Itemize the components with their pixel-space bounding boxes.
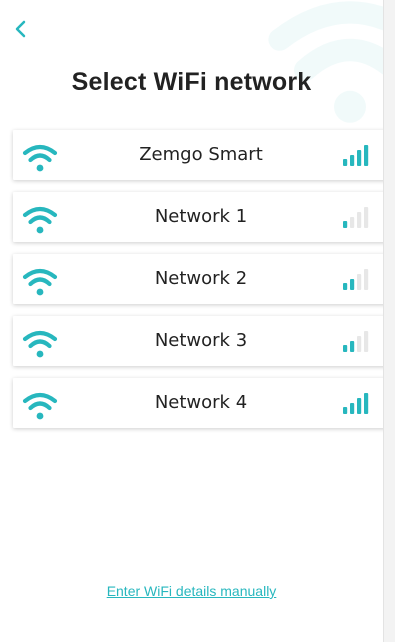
signal-bar: [343, 159, 348, 166]
wifi-icon: [22, 330, 58, 358]
signal-bar: [343, 221, 348, 228]
network-name: Network 3: [154, 330, 248, 351]
back-button[interactable]: [8, 16, 34, 42]
signal-bar: [350, 279, 355, 290]
network-name: Zemgo Smart: [139, 144, 263, 165]
signal-bar: [364, 393, 369, 414]
signal-bar: [364, 269, 369, 290]
network-name: Network 4: [154, 392, 248, 413]
network-list: Zemgo Smart Network 1 Network 2 Network 3 Ne…: [13, 130, 383, 440]
network-row[interactable]: Zemgo Smart: [13, 130, 383, 180]
page-title: Select WiFi network: [71, 68, 312, 96]
signal-strength-icon: [343, 145, 369, 166]
enter-wifi-manually-link[interactable]: Enter WiFi details manually: [0, 583, 383, 599]
signal-bar: [350, 217, 355, 228]
signal-bar: [350, 341, 355, 352]
network-row[interactable]: Network 1: [13, 192, 383, 242]
wifi-icon: [22, 268, 58, 296]
network-row[interactable]: Network 4: [13, 378, 383, 428]
network-row[interactable]: Network 3: [13, 316, 383, 366]
signal-bar: [357, 274, 362, 290]
chevron-left-icon: [15, 20, 26, 38]
signal-bar: [357, 212, 362, 228]
signal-strength-icon: [343, 331, 369, 352]
network-row[interactable]: Network 2: [13, 254, 383, 304]
signal-strength-icon: [343, 393, 369, 414]
wifi-icon: [22, 206, 58, 234]
signal-bar: [364, 207, 369, 228]
signal-bar: [350, 403, 355, 414]
signal-bar: [343, 345, 348, 352]
signal-bar: [357, 336, 362, 352]
signal-bar: [350, 155, 355, 166]
signal-bar: [343, 283, 348, 290]
signal-bar: [343, 407, 348, 414]
wifi-icon: [22, 392, 58, 420]
signal-strength-icon: [343, 207, 369, 228]
signal-bar: [357, 398, 362, 414]
wifi-select-screen: Select WiFi network Zemgo Smart Network 1…: [0, 0, 384, 642]
network-name: Network 1: [154, 206, 248, 227]
signal-bar: [364, 331, 369, 352]
network-name: Network 2: [154, 268, 248, 289]
wifi-icon: [22, 144, 58, 172]
signal-bar: [364, 145, 369, 166]
signal-strength-icon: [343, 269, 369, 290]
signal-bar: [357, 150, 362, 166]
